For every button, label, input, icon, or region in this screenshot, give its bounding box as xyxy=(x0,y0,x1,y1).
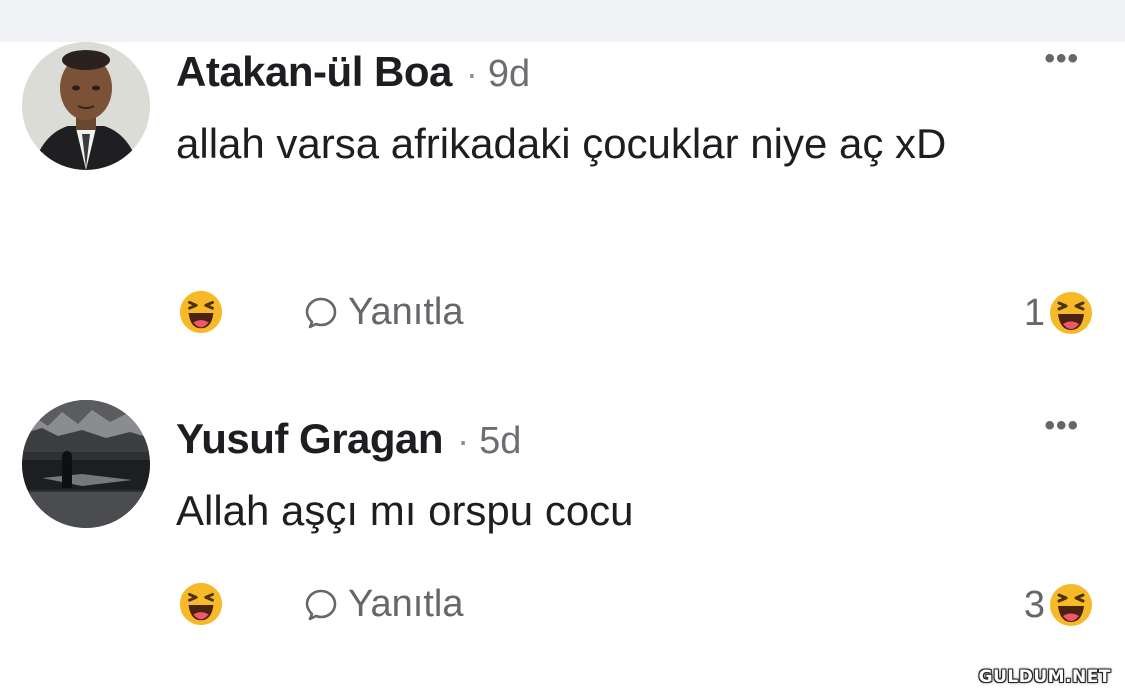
author-name[interactable]: Yusuf Gragan xyxy=(176,415,444,463)
avatar-photo-landscape xyxy=(22,400,150,528)
haha-emoji-icon xyxy=(1048,582,1094,628)
speech-bubble-icon xyxy=(305,297,337,328)
separator-dot: · xyxy=(465,53,478,94)
comment-item: Yusuf Gragan · 5d ••• Allah aşçı mı orsp… xyxy=(0,395,1125,665)
watermark-text: GULDUM.NET xyxy=(978,667,1111,687)
comment-text: Allah aşçı mı orspu cocu xyxy=(176,487,634,534)
speech-bubble-icon xyxy=(305,589,337,620)
reply-button[interactable]: Yanıtla xyxy=(304,583,463,626)
author-name[interactable]: Atakan-ül Boa xyxy=(176,48,452,96)
haha-emoji-icon xyxy=(179,582,223,626)
comment-item: Atakan-ül Boa · 9d ••• allah varsa afrik… xyxy=(0,42,1125,362)
avatar[interactable] xyxy=(22,400,150,528)
comment-header: Yusuf Gragan · 5d xyxy=(176,415,521,463)
avatar[interactable] xyxy=(22,42,150,170)
reaction-summary[interactable]: 3 xyxy=(1024,581,1095,629)
separator-dot: · xyxy=(457,420,470,461)
comment-actions: Yanıtla 1 xyxy=(178,287,1095,343)
reaction-count: 1 xyxy=(1023,291,1045,334)
haha-react-button[interactable] xyxy=(178,289,224,335)
reply-label: Yanıtla xyxy=(348,583,464,625)
timestamp[interactable]: 9d xyxy=(488,53,530,96)
haha-react-button[interactable] xyxy=(178,581,224,627)
more-options-icon[interactable]: ••• xyxy=(1044,409,1079,443)
reply-button[interactable]: Yanıtla xyxy=(304,291,463,334)
reply-label: Yanıtla xyxy=(348,291,464,333)
reaction-count: 3 xyxy=(1023,583,1045,626)
top-strip xyxy=(0,0,1125,42)
timestamp[interactable]: 5d xyxy=(479,420,521,463)
more-options-icon[interactable]: ••• xyxy=(1044,42,1079,76)
haha-emoji-icon xyxy=(1048,290,1094,336)
comment-header: Atakan-ül Boa · 9d xyxy=(176,48,530,96)
haha-emoji-icon xyxy=(179,290,223,334)
comment-text: allah varsa afrikadaki çocuklar niye aç … xyxy=(176,120,947,167)
comment-actions: Yanıtla 3 xyxy=(178,579,1095,635)
avatar-photo-man xyxy=(22,42,150,170)
reaction-summary[interactable]: 1 xyxy=(1024,289,1095,337)
